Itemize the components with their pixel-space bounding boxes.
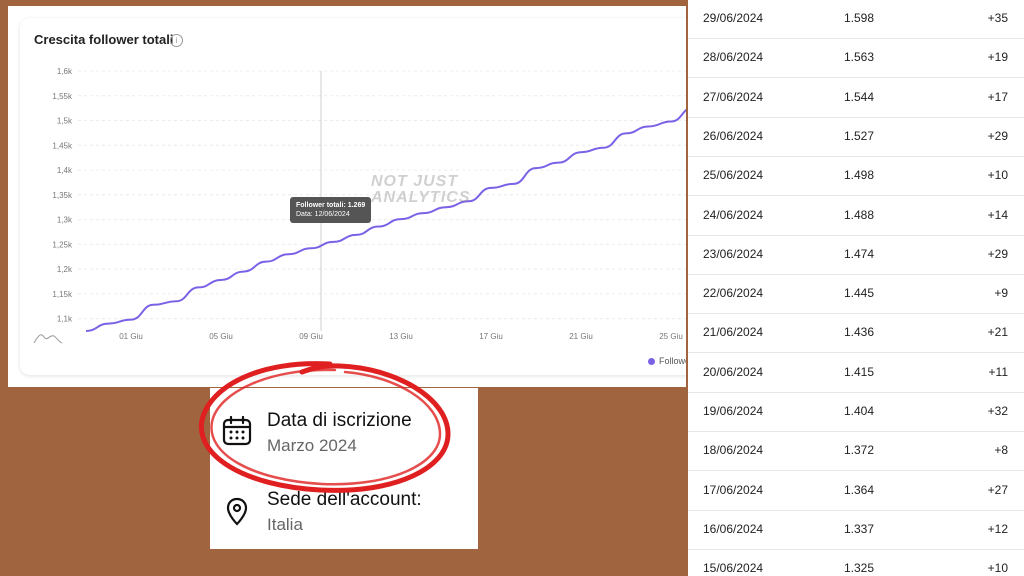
row-total: 1.563 <box>844 50 875 65</box>
chart-legend[interactable]: Follower <box>648 356 686 366</box>
row-delta: +10 <box>987 561 1008 576</box>
row-date: 27/06/2024 <box>703 89 764 104</box>
row-date: 16/06/2024 <box>703 521 764 536</box>
y-tick-label: 1,2k <box>57 265 73 274</box>
row-total: 1.488 <box>844 207 875 222</box>
daily-followers-table: 29/06/2024 1.598 +35 28/06/2024 1.563 +19 27/0… <box>688 0 1024 576</box>
y-tick-label: 1,35k <box>52 191 73 200</box>
watermark-logo: NOT JUST ANALYTICS <box>371 174 470 206</box>
chart-panel: Crescita follower totali i 1,1k 1,15k 1,2k… <box>8 6 686 387</box>
x-tick-label: 09 Giu <box>299 332 323 341</box>
row-delta: +29 <box>987 246 1008 261</box>
row-total: 1.436 <box>844 325 875 340</box>
row-date: 29/06/2024 <box>703 11 764 25</box>
join-date-label: Data di iscrizione <box>267 410 412 431</box>
row-total: 1.598 <box>844 11 875 25</box>
row-date: 15/06/2024 <box>703 561 764 576</box>
table-row[interactable]: 20/06/2024 1.415 +11 <box>688 353 1024 393</box>
table-row[interactable]: 23/06/2024 1.474 +29 <box>688 235 1024 275</box>
table-row[interactable]: 25/06/2024 1.498 +10 <box>688 156 1024 197</box>
location-value: Italia <box>267 515 303 534</box>
row-delta: +29 <box>987 128 1008 143</box>
tooltip-line1: Follower totali: 1.269 <box>296 202 366 209</box>
table-row[interactable]: 21/06/2024 1.436 +21 <box>688 313 1024 354</box>
row-total: 1.498 <box>844 168 875 183</box>
row-date: 23/06/2024 <box>703 246 764 261</box>
table-row[interactable]: 28/06/2024 1.563 +19 <box>688 38 1024 79</box>
tooltip-line2: Data: 12/06/2024 <box>296 211 350 218</box>
row-total: 1.372 <box>844 443 875 458</box>
table-row[interactable]: 16/06/2024 1.337 +12 <box>688 510 1024 550</box>
y-tick-label: 1,1k <box>57 315 73 324</box>
row-date: 17/06/2024 <box>703 482 764 497</box>
zoom-preview-icon[interactable] <box>33 334 63 344</box>
join-date-value: Marzo 2024 <box>267 436 357 455</box>
y-tick-label: 1,55k <box>52 92 73 101</box>
row-total: 1.364 <box>844 482 875 497</box>
x-tick-label: 13 Giu <box>389 332 413 341</box>
row-delta: +17 <box>987 89 1008 104</box>
x-tick-label: 21 Giu <box>569 332 593 341</box>
row-total: 1.527 <box>844 128 875 143</box>
row-delta: +12 <box>987 521 1008 536</box>
row-date: 21/06/2024 <box>703 325 764 340</box>
row-total: 1.404 <box>844 404 875 418</box>
table-row[interactable]: 27/06/2024 1.544 +17 <box>688 78 1024 118</box>
row-date: 22/06/2024 <box>703 286 764 301</box>
row-total: 1.337 <box>844 521 875 536</box>
legend-label: Follower <box>659 356 686 366</box>
row-delta: +8 <box>994 443 1008 458</box>
table-row[interactable]: 29/06/2024 1.598 +35 <box>688 0 1024 39</box>
row-date: 26/06/2024 <box>703 128 764 143</box>
row-delta: +9 <box>994 286 1008 301</box>
table-row[interactable]: 18/06/2024 1.372 +8 <box>688 431 1024 472</box>
row-date: 24/06/2024 <box>703 207 764 222</box>
x-tick-label: 17 Giu <box>479 332 503 341</box>
y-tick-label: 1,3k <box>57 216 73 225</box>
row-total: 1.415 <box>844 364 875 379</box>
x-tick-label: 05 Giu <box>209 332 233 341</box>
y-tick-label: 1,5k <box>57 117 73 126</box>
row-total: 1.325 <box>844 561 875 576</box>
account-info-panel: Data di iscrizione Marzo 2024 Sede dell'… <box>210 388 478 549</box>
row-delta: +35 <box>987 11 1008 25</box>
table-row[interactable]: 19/06/2024 1.404 +32 <box>688 392 1024 432</box>
row-date: 18/06/2024 <box>703 443 764 458</box>
y-tick-label: 1,15k <box>52 290 73 299</box>
watermark-line2: ANALYTICS <box>371 189 471 206</box>
row-delta: +10 <box>987 168 1008 183</box>
y-tick-label: 1,4k <box>57 166 73 175</box>
row-date: 28/06/2024 <box>703 50 764 65</box>
x-tick-label: 01 Giu <box>119 332 143 341</box>
row-delta: +11 <box>988 364 1008 379</box>
table-row[interactable]: 26/06/2024 1.527 +29 <box>688 117 1024 157</box>
legend-dot <box>648 358 655 366</box>
row-total: 1.445 <box>844 286 875 301</box>
watermark-line1: NOT JUST <box>371 173 459 190</box>
table-row[interactable]: 22/06/2024 1.445 +9 <box>688 274 1024 315</box>
row-date: 19/06/2024 <box>703 404 764 418</box>
y-tick-label: 1,45k <box>52 141 73 150</box>
row-total: 1.544 <box>844 89 875 104</box>
table-row[interactable]: 24/06/2024 1.488 +14 <box>688 196 1024 236</box>
y-tick-label: 1,25k <box>52 240 73 249</box>
table-row[interactable]: 17/06/2024 1.364 +27 <box>688 471 1024 511</box>
row-delta: +21 <box>987 325 1008 340</box>
y-tick-label: 1,6k <box>57 67 73 76</box>
chart-tooltip: Follower totali: 1.269 Data: 12/06/2024 <box>290 197 372 223</box>
row-date: 25/06/2024 <box>703 168 764 183</box>
row-date: 20/06/2024 <box>703 364 764 379</box>
row-delta: +32 <box>987 404 1008 418</box>
row-delta: +27 <box>987 482 1008 497</box>
row-total: 1.474 <box>844 246 875 261</box>
table-row[interactable]: 15/06/2024 1.325 +10 <box>688 549 1024 576</box>
x-tick-label: 25 Giu <box>659 332 683 341</box>
map-pin-icon <box>226 497 248 526</box>
calendar-icon <box>222 416 252 446</box>
location-label: Sede dell'account: <box>267 489 422 510</box>
row-delta: +14 <box>987 207 1008 222</box>
row-delta: +19 <box>987 50 1008 65</box>
